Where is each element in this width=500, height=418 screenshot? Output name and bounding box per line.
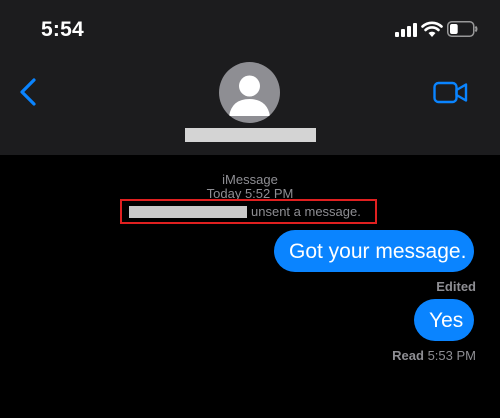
person-silhouette-icon [229,75,270,116]
read-receipt-time: 5:53 PM [427,348,476,363]
battery-icon [447,21,478,37]
sender-name-redacted [129,206,247,218]
wifi-icon [421,21,443,37]
read-receipt-label: Read [392,348,424,363]
edited-label[interactable]: Edited [436,279,476,294]
contact-avatar[interactable] [219,62,280,123]
conversation-header: 5:54 [0,0,500,155]
back-button[interactable] [16,76,40,108]
video-call-button[interactable] [433,80,469,105]
cellular-signal-icon [395,22,417,37]
message-bubble[interactable]: Yes [414,299,474,341]
status-bar-time: 5:54 [41,18,84,41]
message-bubble[interactable]: Got your message. [274,230,474,272]
contact-name-redacted[interactable] [185,128,316,142]
unsent-notice-highlight: unsent a message. [120,199,377,224]
unsent-notice-text: unsent a message. [251,204,361,219]
service-label: iMessage [222,172,278,187]
read-receipt: Read 5:53 PM [392,348,476,363]
